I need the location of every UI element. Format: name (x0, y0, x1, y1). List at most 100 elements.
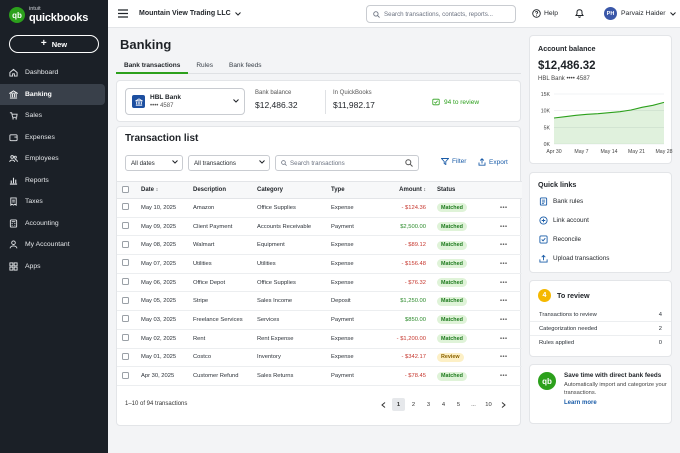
learn-more-link[interactable]: Learn more (564, 400, 668, 406)
row-checkbox[interactable] (122, 203, 129, 211)
row-checkbox[interactable] (122, 334, 129, 342)
filter-button[interactable]: Filter (441, 158, 466, 165)
global-search-input[interactable]: Search transactions, contacts, reports..… (366, 5, 516, 23)
row-type: Expense (331, 198, 369, 218)
sidebar-item-apps[interactable]: Apps (0, 256, 108, 278)
row-checkbox[interactable] (122, 259, 129, 267)
review-row-categorization[interactable]: Categorization needed 2 (530, 322, 671, 336)
row-description: Client Payment (193, 217, 257, 237)
page-button-5[interactable]: 5 (452, 398, 465, 411)
table-row[interactable]: May 02, 2025 Rent Rent Expense Expense - $1,… (117, 329, 522, 349)
qb-balance-label: In QuickBooks (333, 90, 372, 96)
quick-link-upload-transactions[interactable]: Upload transactions (530, 249, 671, 268)
row-more-button[interactable]: ••• (500, 273, 522, 293)
row-more-button[interactable]: ••• (500, 254, 522, 274)
row-category: Office Supplies (257, 273, 331, 293)
qb-logo-icon: qb (538, 372, 556, 390)
row-checkbox[interactable] (122, 315, 129, 323)
page-button-10[interactable]: 10 (482, 398, 495, 411)
table-row[interactable]: May 01, 2025 Costco Inventory Expense - $342… (117, 348, 522, 368)
col-type[interactable]: Type (331, 181, 369, 199)
row-more-button[interactable]: ••• (500, 198, 522, 218)
quickbooks-logo[interactable]: qb intuit quickbooks (9, 6, 88, 24)
review-row-rules-applied[interactable]: Rules applied 0 (530, 336, 671, 350)
page-button-2[interactable]: 2 (407, 398, 420, 411)
sidebar-item-expenses[interactable]: Expenses (0, 127, 108, 149)
row-more-button[interactable]: ••• (500, 348, 522, 368)
row-select-cell (117, 291, 141, 312)
export-button[interactable]: Export (478, 158, 508, 166)
sidebar-item-dashboard[interactable]: Dashboard (0, 62, 108, 84)
row-checkbox[interactable] (122, 352, 129, 360)
col-description[interactable]: Description (193, 181, 257, 199)
bell-icon[interactable] (575, 8, 584, 18)
table-row[interactable]: May 06, 2025 Office Depot Office Supplies E… (117, 273, 522, 293)
row-category: Rent Expense (257, 329, 331, 349)
row-select-cell (117, 273, 141, 293)
to-review-count-badge: 4 (538, 289, 551, 302)
account-balance-card: Account balance $12,486.32 HBL Bank ••••… (529, 35, 673, 164)
tab-bank-transactions[interactable]: Bank transactions (116, 58, 189, 74)
page-button-1[interactable]: 1 (392, 398, 405, 411)
review-row-transactions[interactable]: Transactions to review 4 (530, 308, 671, 322)
menu-icon[interactable] (118, 9, 128, 18)
row-more-button[interactable]: ••• (500, 310, 522, 330)
type-filter-select[interactable]: All transactions (188, 155, 270, 171)
row-category: Services (257, 310, 331, 330)
row-more-button[interactable]: ••• (500, 235, 522, 256)
help-button[interactable]: Help (532, 9, 558, 18)
user-menu[interactable]: PH Parvaiz Haider (604, 7, 676, 20)
row-more-button[interactable]: ••• (500, 291, 522, 312)
tab-bank-feeds[interactable]: Bank feeds (221, 58, 270, 74)
select-all-checkbox[interactable] (122, 185, 129, 193)
row-checkbox[interactable] (122, 240, 129, 248)
date-filter-select[interactable]: All dates (125, 155, 183, 171)
row-checkbox[interactable] (122, 222, 129, 230)
col-category[interactable]: Category (257, 181, 331, 199)
sidebar-item-my-accountant[interactable]: My Accountant (0, 234, 108, 256)
row-more-button[interactable]: ••• (500, 366, 522, 386)
sidebar-item-reports[interactable]: Reports (0, 170, 108, 192)
page-button-4[interactable]: 4 (437, 398, 450, 411)
row-more-button[interactable]: ••• (500, 329, 522, 349)
company-switcher[interactable]: Mountain View Trading LLC (139, 10, 241, 17)
row-checkbox[interactable] (122, 278, 129, 286)
table-row[interactable]: May 08, 2025 Walmart Equipment Expense - $89… (117, 235, 522, 256)
table-row[interactable]: May 05, 2025 Stripe Sales Income Deposit $1,… (117, 291, 522, 312)
col-date[interactable]: Date ↕ (141, 181, 193, 199)
prev-page-button[interactable] (377, 398, 390, 411)
next-page-button[interactable] (497, 398, 510, 411)
table-row[interactable]: May 03, 2025 Freelance Services Services Pa… (117, 310, 522, 330)
quick-link-bank-rules[interactable]: Bank rules (530, 192, 671, 211)
row-checkbox[interactable] (122, 296, 129, 304)
table-row[interactable]: May 10, 2025 Amazon Office Supplies Expense… (117, 198, 522, 218)
row-type: Expense (331, 235, 369, 256)
transaction-search-input[interactable]: Search transactions (275, 155, 419, 171)
table-row[interactable]: Apr 30, 2025 Customer Refund Sales Returns… (117, 366, 522, 386)
new-button[interactable]: + New (9, 35, 99, 53)
x-tick-label: Apr 30 (546, 149, 561, 155)
sidebar-item-banking[interactable]: Banking (0, 83, 105, 105)
quick-link-reconcile[interactable]: Reconcile (530, 230, 671, 249)
row-checkbox[interactable] (122, 371, 129, 379)
sidebar-item-taxes[interactable]: Taxes (0, 191, 108, 213)
top-bar: Mountain View Trading LLC Search transac… (108, 0, 680, 28)
divider (325, 90, 326, 114)
sidebar-item-employees[interactable]: Employees (0, 148, 108, 170)
page-button-3[interactable]: 3 (422, 398, 435, 411)
bank-account-select[interactable]: HBL Bank •••• 4587 (125, 88, 245, 115)
table-row[interactable]: May 09, 2025 Client Payment Accounts Recei… (117, 217, 522, 237)
bank-icon (132, 95, 145, 108)
y-tick-label: 0K (544, 142, 551, 148)
col-amount[interactable]: Amount ↕ (369, 181, 434, 199)
sidebar-item-sales[interactable]: Sales (0, 105, 108, 127)
sidebar-item-accounting[interactable]: Accounting (0, 213, 108, 235)
to-review-link[interactable]: 94 to review (432, 98, 479, 106)
row-description: Customer Refund (193, 366, 257, 386)
tab-rules[interactable]: Rules (188, 58, 221, 74)
logo-quickbooks: quickbooks (29, 12, 89, 24)
table-row[interactable]: May 07, 2025 Utilities Utilities Expense - $… (117, 254, 522, 274)
col-status[interactable]: Status (434, 181, 500, 199)
quick-link-link-account[interactable]: Link account (530, 211, 671, 230)
row-more-button[interactable]: ••• (500, 217, 522, 237)
